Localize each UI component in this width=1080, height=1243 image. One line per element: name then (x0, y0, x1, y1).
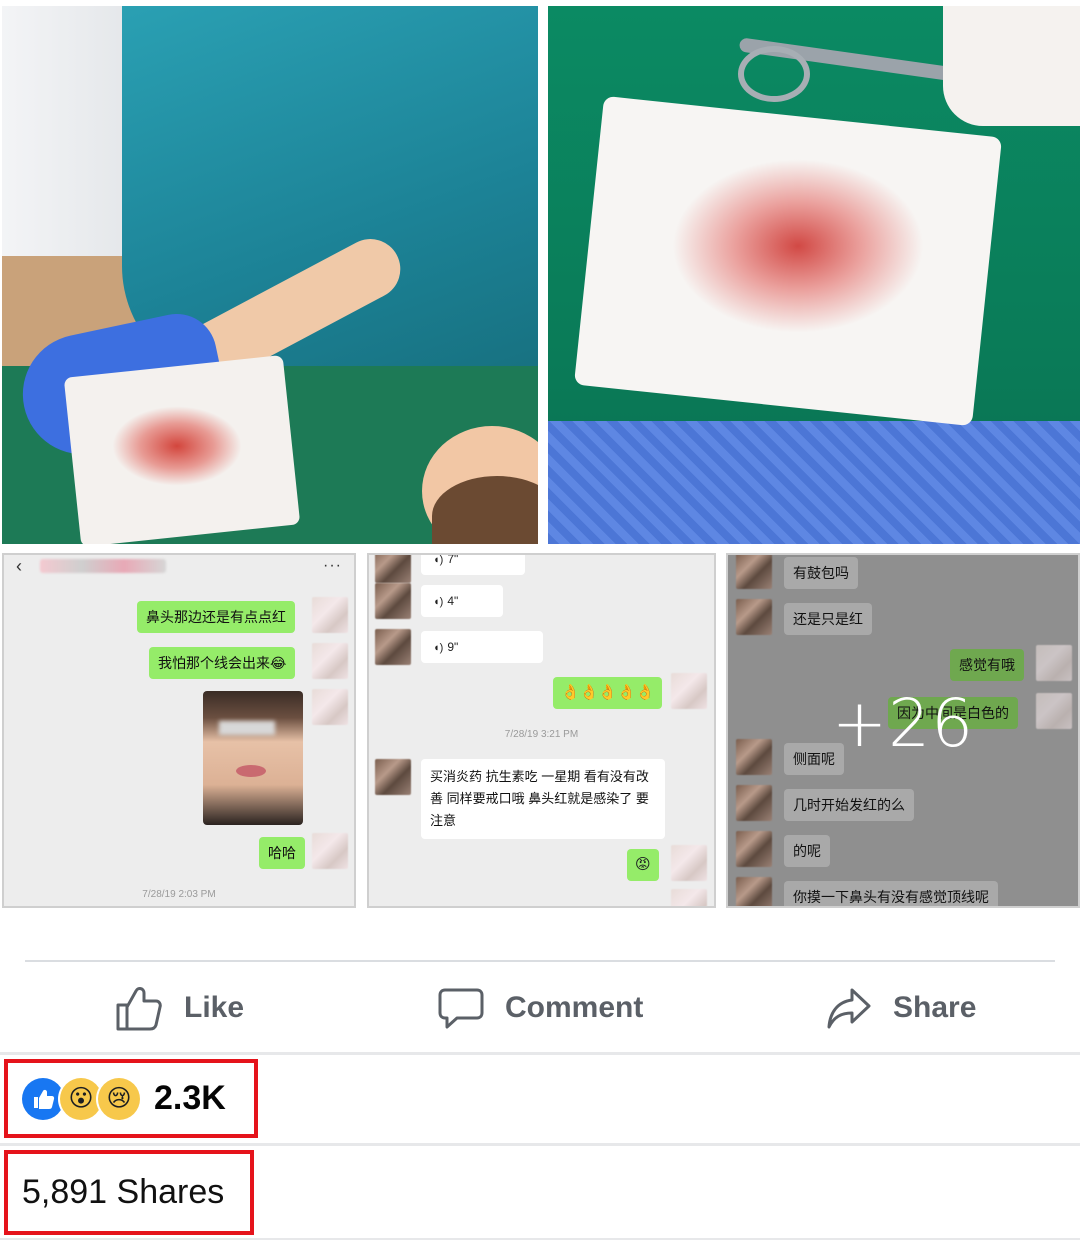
voice-wave-icon: ◖) (433, 596, 444, 608)
chat-message: 哈哈 (259, 837, 305, 869)
like-button[interactable]: Like (114, 962, 244, 1054)
chat-screenshot-3-more-overlay[interactable]: 有鼓包吗 还是只是红 感觉有哦 因为中间是白色的 侧面呢 几时开始发红的么 的呢… (726, 553, 1080, 908)
more-photos-count[interactable]: +26 (728, 685, 1078, 762)
blurred-avatar (671, 889, 707, 906)
shares-count[interactable]: 5,891 Shares (4, 1150, 254, 1235)
back-arrow-icon: ‹ (16, 556, 22, 576)
voice-duration: 9" (447, 640, 459, 654)
like-label: Like (184, 991, 245, 1024)
blurred-avatar (312, 833, 348, 869)
chat-message: 几时开始发红的么 (784, 789, 914, 821)
photo-blue-towel (548, 421, 1080, 544)
wow-reaction-icon: 😮 (60, 1077, 102, 1120)
chat-message: 还是只是红 (784, 603, 872, 635)
divider (0, 1143, 1080, 1146)
selfie-photo-message (203, 691, 303, 825)
blurred-avatar (1036, 645, 1072, 681)
blurred-avatar (375, 759, 411, 795)
chat-screenshot-1[interactable]: ‹ ··· 鼻头那边还是有点点红 我怕那个线会出来😂 哈哈 7/28/19 2:… (2, 553, 356, 908)
blurred-eyes (219, 721, 275, 735)
blurred-avatar (312, 643, 348, 679)
thumbs-up-icon (116, 987, 162, 1031)
shares-label: 5,891 Shares (22, 1173, 225, 1211)
voice-duration: 7" (447, 553, 459, 566)
chat-timestamp: 7/28/19 3:21 PM (504, 729, 579, 740)
chat-message: 感觉有哦 (950, 649, 1024, 681)
speech-bubble-icon (438, 988, 484, 1029)
reactions-summary[interactable]: 😮 😢 2.3K (4, 1059, 258, 1138)
blurred-avatar (736, 599, 772, 635)
blurred-avatar (736, 785, 772, 821)
chat-topbar: ‹ ··· (4, 555, 354, 577)
voice-message: ◖) 4" (421, 585, 503, 617)
chat-message: 你摸一下鼻头有没有感觉顶线呢 (784, 881, 998, 906)
photo-nurse-holding-gauze[interactable] (2, 6, 538, 544)
photo-blood-stain (112, 406, 242, 486)
divider (0, 1238, 1080, 1240)
emoji-message: 👌👌👌👌👌 (553, 677, 663, 709)
reactions-count: 2.3K (154, 1079, 226, 1117)
voice-duration: 4" (447, 594, 459, 608)
chat-message: 有鼓包吗 (784, 557, 858, 589)
photo-blood-stain (668, 156, 928, 336)
blurred-avatar (375, 629, 411, 665)
share-label: Share (893, 991, 977, 1024)
post-photo-grid: ‹ ··· 鼻头那边还是有点点红 我怕那个线会出来😂 哈哈 7/28/19 2:… (0, 0, 1080, 910)
photo-gauze-corner (943, 6, 1080, 126)
selfie-lips (236, 765, 266, 777)
comment-label: Comment (505, 991, 644, 1024)
comment-button[interactable]: Comment (437, 962, 643, 1054)
blurred-avatar (375, 583, 411, 619)
blurred-avatar (312, 689, 348, 725)
blurred-contact-name (40, 559, 166, 573)
chat-message: 买消炎药 抗生素吃 一星期 看有没有改善 同样要戒口哦 鼻头红就是感染了 要注意 (421, 759, 665, 839)
like-reaction-icon (22, 1077, 64, 1120)
photo-bloody-gauze-closeup[interactable] (548, 6, 1080, 544)
chat-message: 鼻头那边还是有点点红 (137, 601, 295, 633)
chat-timestamp: 7/28/19 2:03 PM (142, 889, 216, 900)
more-options-icon: ··· (323, 557, 342, 574)
share-button[interactable]: Share (825, 962, 976, 1054)
blurred-avatar (375, 555, 411, 583)
blurred-avatar (736, 831, 772, 867)
chat-message: 我怕那个线会出来😂 (149, 647, 296, 679)
chat-screenshot-2[interactable]: ◖) 7" ◖) 4" ◖) 9" 👌👌👌👌👌 7/28/19 3:21 PM 买消炎… (367, 553, 716, 908)
divider (0, 1052, 1080, 1055)
voice-wave-icon: ◖) (433, 554, 444, 566)
voice-message: ◖) 7" (421, 553, 525, 575)
emoji-message: 😡 (627, 849, 659, 881)
voice-wave-icon: ◖) (433, 642, 444, 654)
voice-message: ◖) 9" (421, 631, 543, 663)
blurred-avatar (736, 555, 772, 589)
sad-reaction-icon: 😢 (98, 1077, 140, 1120)
share-arrow-icon (827, 988, 871, 1029)
post-action-bar: Like Comment Share (0, 962, 1080, 1054)
blurred-avatar (312, 597, 348, 633)
photo-scissors-ring (738, 46, 810, 102)
blurred-avatar (671, 673, 707, 709)
blurred-avatar (736, 877, 772, 906)
chat-message: 的呢 (784, 835, 830, 867)
blurred-avatar (671, 845, 707, 881)
